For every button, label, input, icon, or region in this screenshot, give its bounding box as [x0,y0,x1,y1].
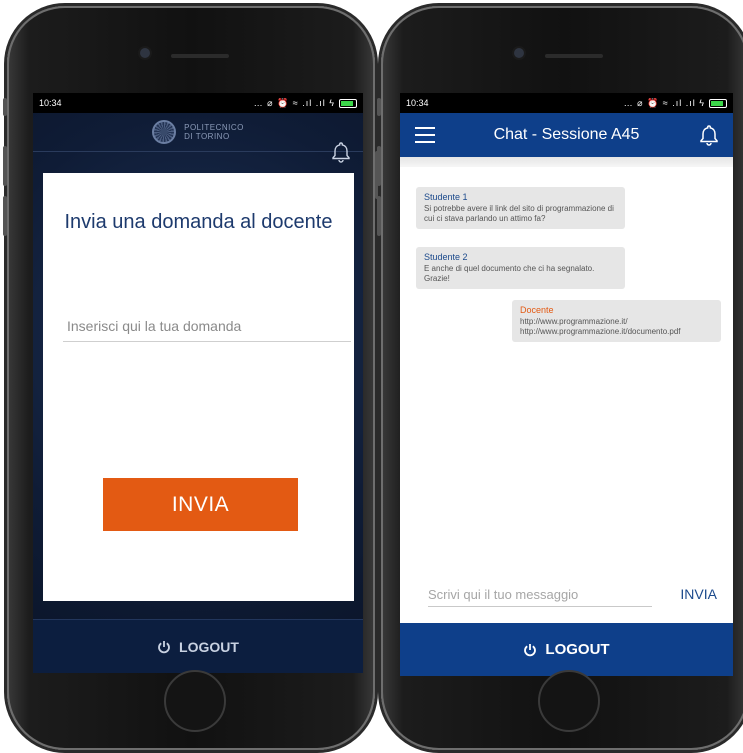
status-bar: 10:34 … ⌀ ⏰ ≈ .ıl .ıl ϟ [33,93,363,113]
logout-button[interactable]: LOGOUT [400,623,733,676]
question-card: Invia una domanda al docente INVIA [43,173,354,601]
phone-right: 10:34 … ⌀ ⏰ ≈ .ıl .ıl ϟ Chat - Sessione … [377,6,743,750]
logo-line-2: DI TORINO [184,132,230,141]
logo-line-1: POLITECNICO [184,123,244,132]
power-icon [158,640,170,653]
earpiece-speaker [545,54,603,58]
bell-icon[interactable] [329,140,353,164]
status-icons-text: … ⌀ ⏰ ≈ .ıl .ıl ϟ [623,97,705,108]
message-text: E anche di quel documento che ci ha segn… [424,264,595,283]
chat-message: Studente 1 Si potrebbe avere il link del… [416,187,625,229]
volume-up-button [377,146,381,186]
front-camera [140,48,150,58]
status-icons: … ⌀ ⏰ ≈ .ıl .ıl ϟ [254,98,357,109]
battery-icon [709,98,727,108]
status-bar: 10:34 … ⌀ ⏰ ≈ .ıl .ıl ϟ [400,93,733,113]
volume-down-button [3,196,7,236]
question-screen: 10:34 … ⌀ ⏰ ≈ .ıl .ıl ϟ POLITECNICO DI T… [33,93,363,673]
message-text: http://www.programmazione.it/ http://www… [520,317,681,336]
menu-icon[interactable] [415,127,435,143]
compose-bar: INVIA [428,581,717,607]
home-button [164,670,226,732]
card-title: Invia una domanda al docente [64,211,333,233]
mute-switch [3,98,7,116]
chat-screen: 10:34 … ⌀ ⏰ ≈ .ıl .ıl ϟ Chat - Sessione … [400,93,733,676]
logout-label: LOGOUT [545,641,610,658]
message-author: Docente [520,305,554,315]
volume-down-button [377,196,381,236]
power-icon [524,643,537,656]
phone-left: 10:34 … ⌀ ⏰ ≈ .ıl .ıl ϟ POLITECNICO DI T… [3,6,379,750]
bell-icon[interactable] [697,123,721,147]
message-text: Si potrebbe avere il link del sito di pr… [424,204,614,223]
chat-message-teacher: Docente http://www.programmazione.it/ ht… [512,300,721,342]
message-input[interactable] [428,587,653,607]
chat-app-bar: Chat - Sessione A45 [400,113,733,157]
send-message-button[interactable]: INVIA [680,586,717,607]
volume-up-button [3,146,7,186]
status-icons: … ⌀ ⏰ ≈ .ıl .ıl ϟ [624,98,727,109]
logo-text: POLITECNICO DI TORINO [184,123,244,141]
status-time: 10:34 [39,98,62,108]
app-bar-shadow [400,157,733,167]
home-button [538,670,600,732]
mute-switch [377,98,381,116]
battery-icon [339,98,357,108]
app-header: POLITECNICO DI TORINO [33,113,363,163]
earpiece-speaker [171,54,229,58]
status-time: 10:34 [406,98,429,108]
logout-button[interactable]: LOGOUT [33,619,363,673]
polito-logo-icon [152,120,177,144]
question-input[interactable] [63,315,351,342]
message-author: Studente 1 [424,192,468,202]
chat-title: Chat - Sessione A45 [493,126,640,143]
status-icons-text: … ⌀ ⏰ ≈ .ıl .ıl ϟ [253,97,335,108]
send-question-button[interactable]: INVIA [103,478,298,531]
front-camera [514,48,524,58]
message-author: Studente 2 [424,252,468,262]
logout-label: LOGOUT [179,638,239,655]
chat-message: Studente 2 E anche di quel documento che… [416,247,625,289]
